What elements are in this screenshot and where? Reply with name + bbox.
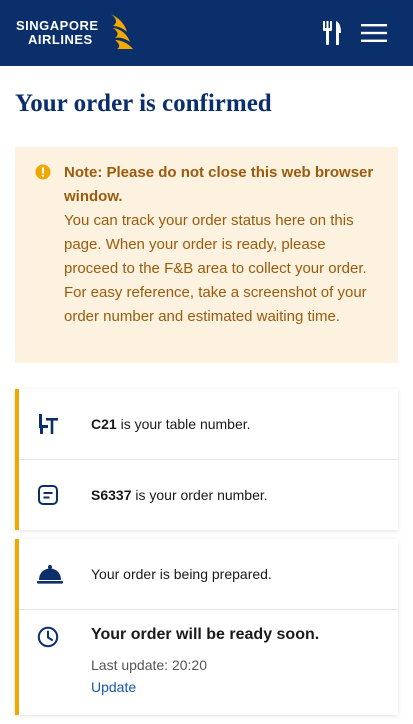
order-confirmation-page: Your order is confirmed Note: Please do … xyxy=(0,66,413,724)
table-number: C21 xyxy=(91,416,117,432)
order-number-row: S6337 is your order number. xyxy=(19,459,398,529)
order-number: S6337 xyxy=(91,486,132,503)
note-banner: Note: Please do not close this web brows… xyxy=(15,147,398,363)
hamburger-menu-icon[interactable] xyxy=(361,23,387,43)
note-heading: Note: Please do not close this web brows… xyxy=(64,164,374,205)
preparing-status-row: Your order is being prepared. xyxy=(19,539,398,609)
update-link[interactable]: Update xyxy=(91,679,319,695)
info-icon xyxy=(35,164,51,188)
brand-line-2: AIRLINES xyxy=(28,32,93,47)
cloche-icon xyxy=(37,563,67,585)
brand-line-1: SINGAPORE xyxy=(16,18,99,33)
order-number-text: S6337 is your order number. xyxy=(91,487,268,503)
bird-logo-icon xyxy=(105,12,135,55)
order-number-suffix: is your order number. xyxy=(131,486,268,503)
order-info-card: C21 is your table number. S6337 is your … xyxy=(15,389,398,530)
app-header: SINGAPORE AIRLINES xyxy=(0,0,413,66)
receipt-icon xyxy=(37,484,67,506)
preparing-status-text: Your order is being prepared. xyxy=(91,566,272,582)
page-title: Your order is confirmed xyxy=(15,90,272,117)
ready-status-row: Your order will be ready soon. Last upda… xyxy=(19,609,398,714)
table-number-row: C21 is your table number. xyxy=(19,389,398,459)
table-number-suffix: is your table number. xyxy=(116,416,251,432)
order-status-card: Your order is being prepared. Your order… xyxy=(15,539,398,715)
note-body: You can track your order status here on … xyxy=(64,212,367,325)
cutlery-icon[interactable] xyxy=(321,20,343,46)
ready-status-block: Your order will be ready soon. Last upda… xyxy=(91,626,319,695)
clock-icon xyxy=(37,626,67,648)
ready-status-title: Your order will be ready soon. xyxy=(91,626,320,643)
table-chair-icon xyxy=(37,413,67,435)
brand-wordmark: SINGAPORE AIRLINES xyxy=(16,19,99,47)
table-number-text: C21 is your table number. xyxy=(91,416,251,432)
last-update-text: Last update: 20:20 xyxy=(91,657,207,673)
brand-logo[interactable]: SINGAPORE AIRLINES xyxy=(16,12,135,55)
